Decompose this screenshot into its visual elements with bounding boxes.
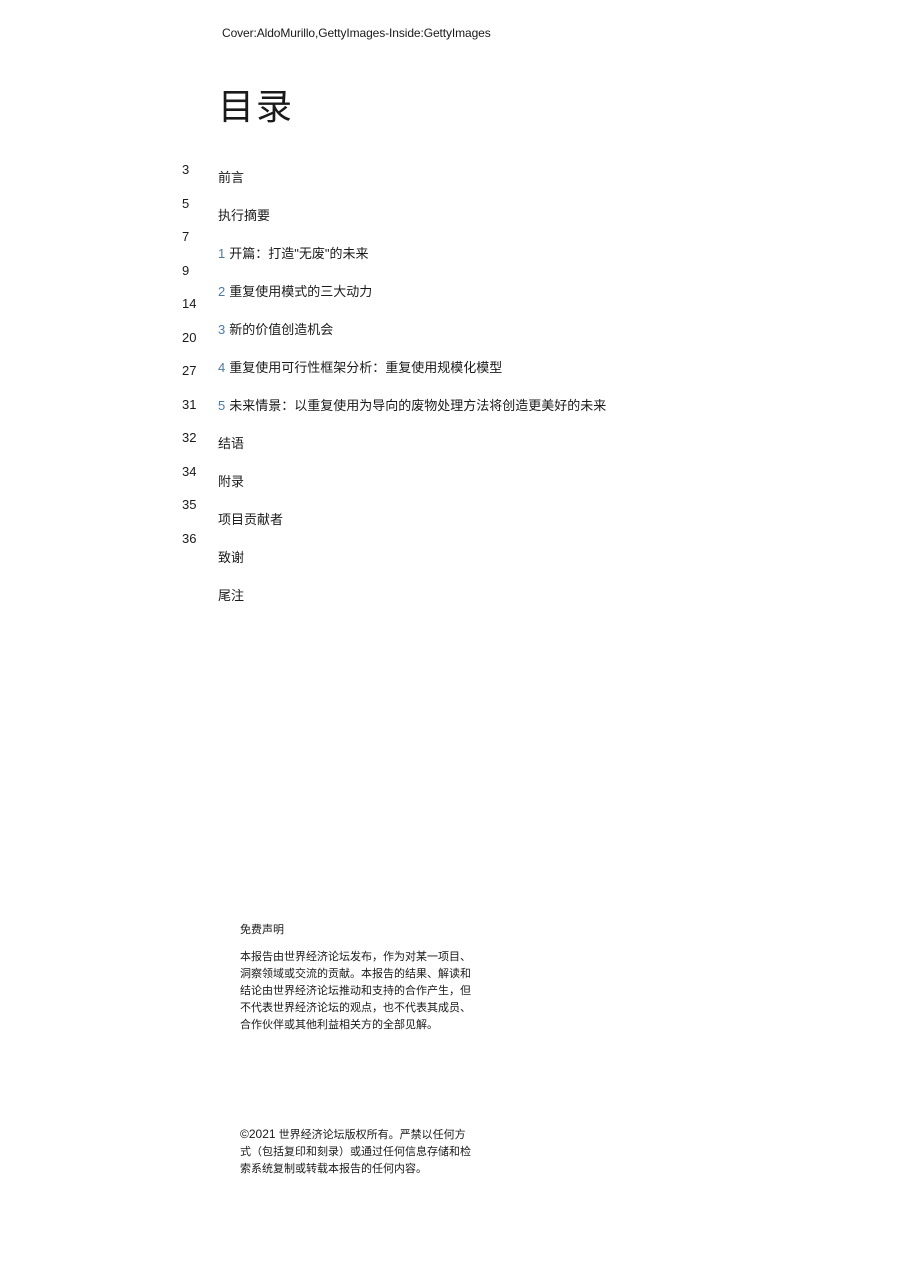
toc-entry: 2 重复使用模式的三大动力 bbox=[218, 281, 606, 300]
disclaimer-block: 免费声明 本报告由世界经济论坛发布，作为对某一项目、洞察领域或交流的贡献。本报告… bbox=[240, 922, 476, 1034]
toc-entry-label: 未来情景：以重复使用为导向的废物处理方法将创造更美好的未来 bbox=[229, 398, 606, 413]
toc-entry-label: 附录 bbox=[218, 474, 244, 489]
toc-entry: 执行摘要 bbox=[218, 205, 606, 224]
chapter-number: 5 bbox=[218, 398, 225, 413]
toc-entry-label: 结语 bbox=[218, 436, 244, 451]
toc-title: 目录 bbox=[218, 78, 294, 130]
chapter-number: 2 bbox=[218, 284, 225, 299]
toc-entry: 5 未来情景：以重复使用为导向的废物处理方法将创造更美好的未来 bbox=[218, 395, 606, 414]
toc-entry: 附录 bbox=[218, 471, 606, 490]
toc-entry: 3 新的价值创造机会 bbox=[218, 319, 606, 338]
toc-entry-label: 前言 bbox=[218, 170, 244, 185]
toc-entry: 项目贡献者 bbox=[218, 509, 606, 528]
toc-entry-label: 尾注 bbox=[218, 588, 244, 603]
page-number: 3 bbox=[182, 162, 196, 177]
toc-entry-label: 新的价值创造机会 bbox=[229, 322, 333, 337]
toc-entry: 尾注 bbox=[218, 585, 606, 604]
toc-entry-label: 开篇：打造"无废"的未来 bbox=[229, 246, 368, 261]
page-number: 35 bbox=[182, 497, 196, 512]
chapter-number: 4 bbox=[218, 360, 225, 375]
toc-entry-label: 重复使用可行性框架分析：重复使用规模化模型 bbox=[229, 360, 502, 375]
toc-entry: 1 开篇：打造"无废"的未来 bbox=[218, 243, 606, 262]
toc-entry: 前言 bbox=[218, 167, 606, 186]
page-number: 36 bbox=[182, 531, 196, 546]
disclaimer-heading: 免费声明 bbox=[240, 922, 476, 939]
toc-entry: 4 重复使用可行性框架分析：重复使用规模化模型 bbox=[218, 357, 606, 376]
toc-entry: 结语 bbox=[218, 433, 606, 452]
page-number: 7 bbox=[182, 229, 196, 244]
disclaimer-body: 本报告由世界经济论坛发布，作为对某一项目、洞察领域或交流的贡献。本报告的结果、解… bbox=[240, 949, 476, 1034]
page-number: 34 bbox=[182, 464, 196, 479]
toc-entry-label: 重复使用模式的三大动力 bbox=[229, 284, 372, 299]
copyright-block: ©2021 世界经济论坛版权所有。严禁以任何方式（包括复印和刻录）或通过任何信息… bbox=[240, 1125, 476, 1178]
copyright-body: 世界经济论坛版权所有。严禁以任何方式（包括复印和刻录）或通过任何信息存储和检索系… bbox=[240, 1129, 471, 1175]
toc-entry-label: 致谢 bbox=[218, 550, 244, 565]
toc-entry-label: 项目贡献者 bbox=[218, 512, 283, 527]
page-number: 32 bbox=[182, 430, 196, 445]
toc-entry-label: 执行摘要 bbox=[218, 208, 270, 223]
page-number: 5 bbox=[182, 196, 196, 211]
page-number: 9 bbox=[182, 263, 196, 278]
image-credits: Cover:AldoMurillo,GettyImages-Inside:Get… bbox=[222, 26, 491, 40]
toc-page-numbers: 3 5 7 9 14 20 27 31 32 34 35 36 bbox=[182, 162, 196, 546]
chapter-number: 3 bbox=[218, 322, 225, 337]
page-number: 31 bbox=[182, 397, 196, 412]
chapter-number: 1 bbox=[218, 246, 225, 261]
page-number: 20 bbox=[182, 330, 196, 345]
page-number: 27 bbox=[182, 363, 196, 378]
toc-entry: 致谢 bbox=[218, 547, 606, 566]
copyright-year: ©2021 bbox=[240, 1127, 276, 1141]
page-number: 14 bbox=[182, 296, 196, 311]
toc-entries: 前言 执行摘要 1 开篇：打造"无废"的未来 2 重复使用模式的三大动力 3 新的价值… bbox=[218, 167, 606, 604]
